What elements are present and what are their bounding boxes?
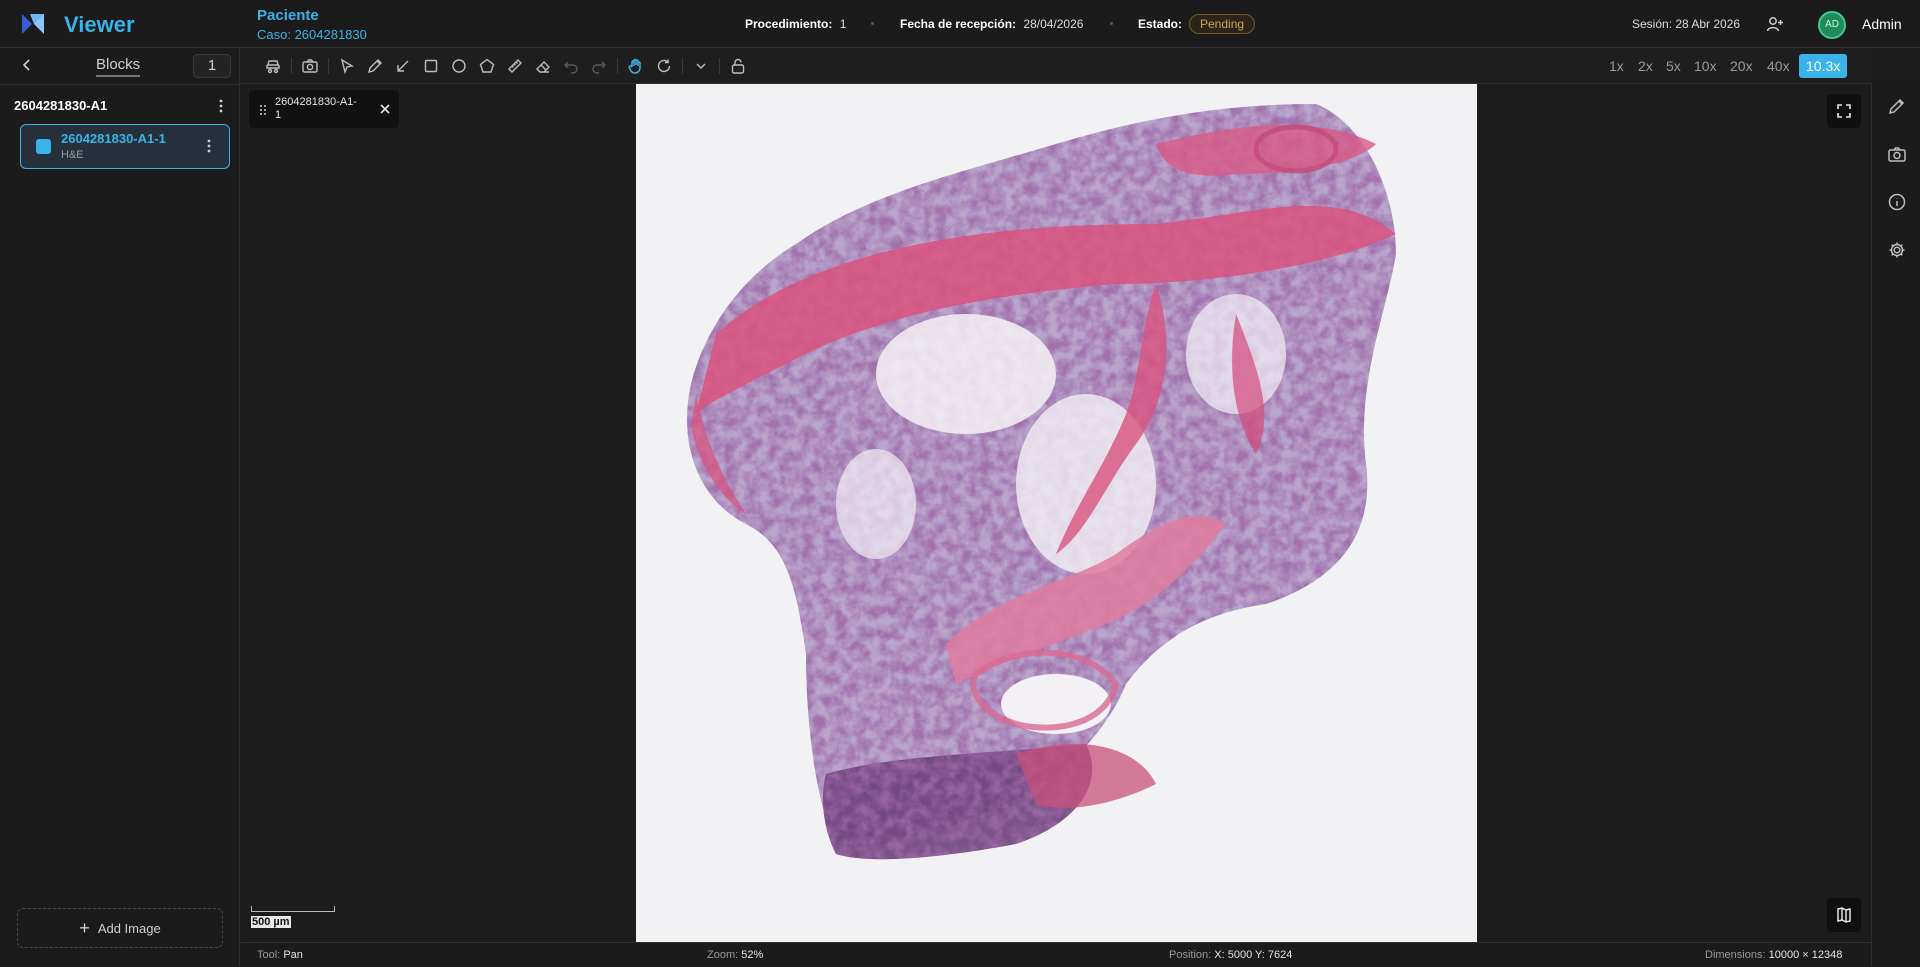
tab-blocks[interactable]: Blocks: [96, 56, 141, 77]
status-dimensions-label: Dimensions:: [1705, 949, 1766, 961]
status-field: Estado:: [1138, 17, 1182, 31]
polygon-icon[interactable]: [478, 57, 496, 75]
scale-bar: 500 µm: [251, 906, 335, 930]
pan-hand-icon[interactable]: [627, 57, 645, 75]
toolbar-separator: [291, 58, 292, 74]
pencil-icon[interactable]: [366, 57, 384, 75]
camera-icon[interactable]: [1887, 144, 1907, 164]
user-name[interactable]: Admin: [1862, 16, 1902, 32]
pointer-icon[interactable]: [338, 57, 356, 75]
image-tab[interactable]: 2604281830-A1-1: [249, 90, 399, 128]
pencil-icon[interactable]: [1887, 96, 1907, 116]
more-vertical-icon[interactable]: [216, 98, 226, 114]
patient-label[interactable]: Paciente: [257, 7, 367, 24]
session-date: Sesión: 28 Abr 2026: [1632, 17, 1741, 31]
app-window: Viewer Paciente Caso: 2604281830 Procedi…: [0, 0, 1920, 967]
annotation-toolbar: 1x 2x 5x 10x 20x 40x 10.3x: [241, 48, 1871, 84]
toolbar-separator: [328, 58, 329, 74]
toolbar-separator: [617, 58, 618, 74]
patient-info: Paciente Caso: 2604281830: [257, 7, 367, 42]
right-tool-rail: [1871, 84, 1920, 967]
sidebar: Blocks 1 2604281830-A1 2604281830-A1-1 H…: [0, 48, 240, 967]
divider: [0, 84, 240, 85]
reception-label: Fecha de recepción:: [900, 17, 1017, 31]
separator-dot: [871, 22, 874, 25]
reception-value: 28/04/2026: [1023, 17, 1084, 31]
slide-item[interactable]: 2604281830-A1-1 H&E: [20, 124, 230, 169]
grip-icon[interactable]: [259, 104, 267, 116]
rotate-icon[interactable]: [655, 57, 673, 75]
image-tab-label: 2604281830-A1-1: [275, 96, 357, 121]
block-title: 2604281830-A1: [14, 98, 108, 113]
plus-icon: +: [79, 918, 90, 938]
block-count: 1: [193, 54, 231, 78]
slide-image[interactable]: [636, 84, 1477, 942]
slide-color-swatch: [36, 139, 51, 154]
status-tool-value: Pan: [283, 949, 303, 961]
zoom-current-button[interactable]: 10.3x: [1799, 54, 1848, 78]
status-tool: Tool: Pan: [257, 949, 303, 961]
status-dimensions: Dimensions: 10000 × 12348: [1705, 949, 1842, 961]
close-icon[interactable]: [379, 103, 391, 115]
chevron-down-icon[interactable]: [692, 57, 710, 75]
slide-tray-icon[interactable]: [264, 57, 282, 75]
unlock-icon[interactable]: [729, 57, 747, 75]
scale-label: 500 µm: [251, 916, 291, 928]
status-zoom-label: Zoom:: [707, 949, 739, 961]
camera-icon[interactable]: [301, 57, 319, 75]
add-image-button[interactable]: + Add Image: [17, 908, 223, 948]
top-header: Viewer Paciente Caso: 2604281830 Procedi…: [0, 0, 1920, 48]
fullscreen-button[interactable]: [1827, 94, 1861, 128]
zoom-10x-button[interactable]: 10x: [1688, 54, 1723, 78]
tissue-image: [636, 84, 1477, 942]
circle-icon[interactable]: [450, 57, 468, 75]
app-title: Viewer: [64, 12, 135, 37]
undo-icon[interactable]: [562, 57, 580, 75]
status-label: Estado:: [1138, 17, 1183, 31]
procedure-label: Procedimiento:: [745, 17, 833, 31]
status-zoom: Zoom: 52%: [707, 949, 763, 961]
add-user-icon[interactable]: [1766, 15, 1784, 33]
eraser-icon[interactable]: [534, 57, 552, 75]
more-vertical-icon[interactable]: [204, 138, 214, 154]
slide-viewer-canvas[interactable]: 2604281830-A1-1 500 µm: [241, 84, 1871, 942]
status-position-label: Position:: [1169, 949, 1212, 961]
case-label: Caso: 2604281830: [257, 27, 367, 42]
logo-icon[interactable]: [20, 12, 46, 36]
avatar[interactable]: AD: [1818, 11, 1846, 39]
reception-field: Fecha de recepción: 28/04/2026: [900, 17, 1083, 31]
fullscreen-icon: [1837, 104, 1851, 118]
separator-dot: [1110, 22, 1113, 25]
map-icon: [1837, 907, 1851, 923]
add-image-label: Add Image: [97, 920, 161, 936]
info-icon[interactable]: [1887, 192, 1907, 212]
redo-icon[interactable]: [590, 57, 608, 75]
ruler-icon[interactable]: [506, 57, 524, 75]
procedure-value: 1: [839, 17, 847, 31]
zoom-2x-button[interactable]: 2x: [1632, 54, 1659, 78]
status-position: Position: X: 5000 Y: 7624: [1169, 949, 1292, 961]
slide-name: 2604281830-A1-1: [61, 131, 166, 146]
status-bar: Tool: Pan Zoom: 52% Position: X: 5000 Y:…: [241, 942, 1871, 967]
zoom-20x-button[interactable]: 20x: [1724, 54, 1759, 78]
status-dimensions-value: 10000 × 12348: [1768, 949, 1843, 961]
status-badge: Pending: [1189, 14, 1256, 34]
zoom-5x-button[interactable]: 5x: [1660, 54, 1687, 78]
arrow-icon[interactable]: [394, 57, 412, 75]
status-tool-label: Tool:: [257, 949, 281, 961]
minimap-button[interactable]: [1827, 898, 1861, 932]
zoom-40x-button[interactable]: 40x: [1761, 54, 1796, 78]
toolbar-separator: [682, 58, 683, 74]
back-icon[interactable]: [18, 56, 36, 74]
toolbar-separator: [719, 58, 720, 74]
slide-stain: H&E: [61, 149, 84, 161]
procedure-field: Procedimiento: 1: [745, 17, 846, 31]
gear-icon[interactable]: [1887, 240, 1907, 260]
status-zoom-value: 52%: [741, 949, 764, 961]
zoom-1x-button[interactable]: 1x: [1603, 54, 1630, 78]
rectangle-icon[interactable]: [422, 57, 440, 75]
scale-bar-line: [251, 906, 335, 912]
status-position-value: X: 5000 Y: 7624: [1214, 949, 1293, 961]
